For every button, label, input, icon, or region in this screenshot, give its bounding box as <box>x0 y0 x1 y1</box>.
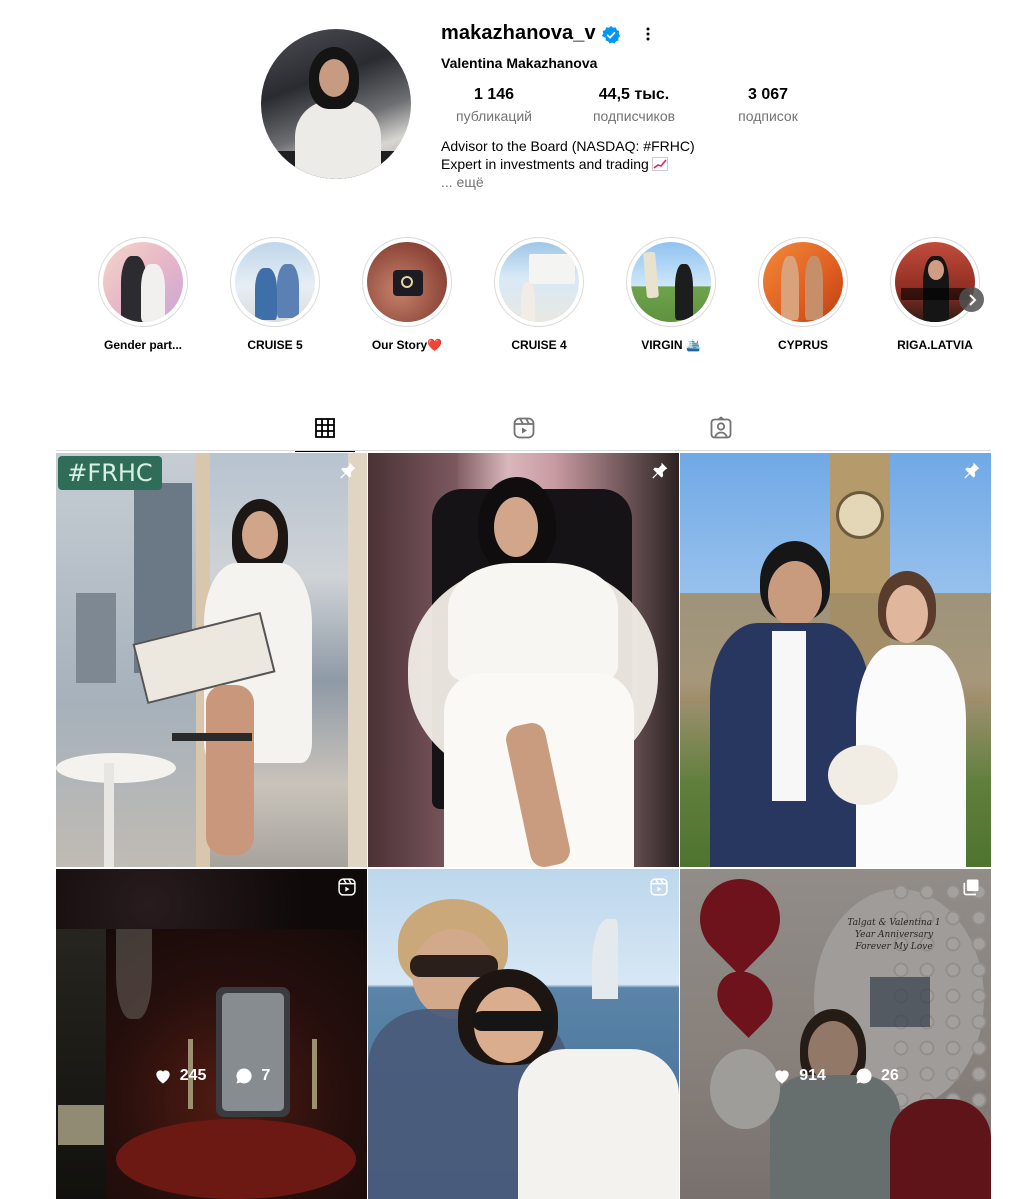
highlight-label: Our Story❤️ <box>371 338 443 352</box>
comment-icon <box>236 1068 252 1084</box>
highlight-label: CRUISE 5 <box>247 338 303 352</box>
highlight-label: CYPRUS <box>777 338 828 352</box>
highlight-label: CRUISE 4 <box>511 338 567 352</box>
frhc-sign: #FRHC <box>58 456 162 490</box>
pin-icon <box>652 462 668 479</box>
highlight-thumbnail <box>367 242 447 322</box>
heart-icon <box>775 1070 789 1084</box>
highlights-next-button[interactable] <box>959 287 984 312</box>
grid-icon <box>315 418 335 438</box>
frhc-sign-text: #FRHC <box>67 459 153 487</box>
tab-tagged[interactable] <box>691 416 751 452</box>
carousel-icon <box>963 879 979 896</box>
full-name: Valentina Makazhanova <box>441 55 598 71</box>
post-tile[interactable] <box>368 869 679 1199</box>
tab-reels[interactable] <box>494 416 554 452</box>
highlight-label: VIRGIN 🛳️ <box>641 338 701 352</box>
comments-count: 7 <box>261 1067 271 1084</box>
bio-line-1: Advisor to the Board (NASDAQ: #FRHC) <box>441 138 695 154</box>
username: makazhanova_v <box>441 22 596 44</box>
verified-badge-icon <box>601 26 621 44</box>
highlight-thumbnail <box>631 242 711 322</box>
highlight-thumbnail <box>235 242 315 322</box>
pin-icon <box>340 462 356 479</box>
post-engagement: 914 26 <box>680 1066 991 1086</box>
followers-label: подписчиков <box>592 108 676 124</box>
chevron-right-icon <box>968 293 976 306</box>
posts-label: публикаций <box>456 108 532 124</box>
tagged-icon <box>710 416 732 439</box>
comments-count: 26 <box>880 1067 899 1084</box>
highlight-label: RIGA.LATVIA <box>897 338 973 352</box>
highlight-thumbnail <box>103 242 183 322</box>
profile-avatar[interactable] <box>261 29 411 179</box>
highlight-item[interactable]: CRUISE 5 <box>230 237 320 352</box>
following-count: 3 067 <box>747 86 789 103</box>
tab-posts[interactable] <box>295 416 355 452</box>
highlight-thumbnail <box>499 242 579 322</box>
following-label: подписок <box>738 108 798 124</box>
likes-count: 914 <box>799 1067 826 1084</box>
followers-count: 44,5 тыс. <box>598 86 670 103</box>
highlight-item[interactable]: Our Story❤️ <box>362 237 452 352</box>
bio-line-2: Expert in investments and trading <box>441 156 649 172</box>
post-hover-overlay <box>680 869 991 1199</box>
more-options-icon[interactable] <box>638 24 658 44</box>
heart-icon <box>156 1070 170 1084</box>
pin-icon <box>964 462 980 479</box>
post-tile[interactable]: #FRHC <box>56 453 367 867</box>
highlight-item[interactable]: Gender part... <box>98 237 188 352</box>
highlight-item[interactable]: CRUISE 4 <box>494 237 584 352</box>
followers-link[interactable]: 44,5 тыс. подписчиков <box>580 86 688 126</box>
profile-bio: Advisor to the Board (NASDAQ: #FRHC) Exp… <box>441 137 695 191</box>
likes-count: 245 <box>179 1067 207 1084</box>
following-link[interactable]: 3 067 подписок <box>718 86 818 126</box>
post-tile[interactable]: 245 7 <box>56 869 367 1199</box>
comment-icon <box>856 1068 872 1084</box>
post-engagement: 245 7 <box>56 1066 367 1086</box>
post-tile[interactable]: Talgat & Valentina 1 Year Anniversary Fo… <box>680 869 991 1199</box>
reels-icon <box>650 878 668 896</box>
posts-count-stat: 1 146 публикаций <box>441 86 547 126</box>
bio-more-link[interactable]: ... ещё <box>441 173 695 191</box>
story-highlights: Gender part... CRUISE 5 Our Story❤️ CRUI… <box>98 237 988 357</box>
post-tile[interactable] <box>368 453 679 867</box>
post-hover-overlay <box>56 869 367 1199</box>
posts-count: 1 146 <box>473 86 515 103</box>
post-tile[interactable] <box>680 453 991 867</box>
highlight-item[interactable]: VIRGIN 🛳️ <box>626 237 716 352</box>
chart-increasing-icon <box>651 157 668 171</box>
reels-icon <box>338 878 356 896</box>
highlight-item[interactable]: CYPRUS <box>758 237 848 352</box>
highlight-thumbnail <box>763 242 843 322</box>
reels-icon <box>513 417 535 439</box>
highlight-label: Gender part... <box>103 338 183 352</box>
highlight-thumbnail <box>895 242 975 322</box>
